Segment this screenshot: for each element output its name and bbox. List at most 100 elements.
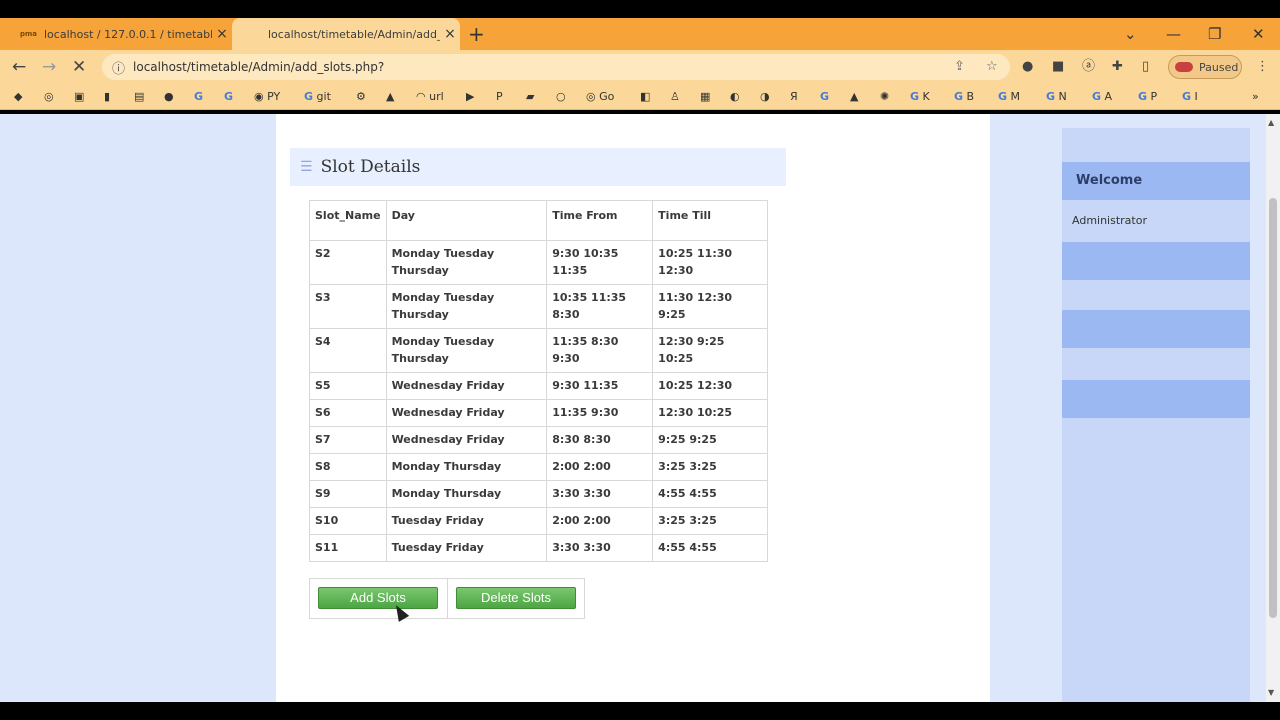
bookmark-label: K [922, 90, 930, 103]
info-icon[interactable]: ⓘ [112, 58, 125, 77]
bookmark-b[interactable]: G B [954, 84, 974, 110]
bookmark-google-icon[interactable]: G [194, 84, 203, 110]
table-cell: 3:25 3:25 [652, 507, 768, 535]
table-cell: S2 [309, 240, 387, 285]
scroll-down-icon[interactable]: ▼ [1268, 688, 1274, 697]
extension-panda-icon[interactable]: ● [1022, 50, 1033, 84]
restore-button[interactable]: ❐ [1208, 18, 1221, 50]
bookmark-ieee-icon[interactable]: ▤ [134, 84, 144, 110]
bookmark-p[interactable]: G P [1138, 84, 1157, 110]
bookmark-icon[interactable]: ▰ [526, 84, 534, 110]
bookmark-pma-icon[interactable]: ▲ [386, 84, 394, 110]
bookmark-label: git [316, 90, 331, 103]
bookmark-icon[interactable]: P [496, 84, 503, 110]
bookmark-icon[interactable]: ◎ [44, 84, 54, 110]
bookmark-icon[interactable]: Я [790, 84, 798, 110]
table-row: S5 Wednesday Friday 9:30 11:35 10:25 12:… [309, 372, 768, 400]
add-slots-button[interactable]: Add Slots [318, 587, 438, 609]
tab-phpmyadmin[interactable]: pma localhost / 127.0.0.1 / timetable × [8, 18, 232, 50]
profile-paused-button[interactable]: Paused [1168, 55, 1242, 79]
bookmark-k[interactable]: G K [910, 84, 930, 110]
bookmark-icon[interactable]: ▲ [850, 84, 858, 110]
sidebar: Welcome Administrator [1062, 128, 1250, 702]
minimize-button[interactable]: — [1166, 18, 1181, 50]
bookmark-a[interactable]: G A [1092, 84, 1112, 110]
bookmark-n[interactable]: G N [1046, 84, 1067, 110]
table-cell: S6 [309, 399, 387, 427]
table-cell: Monday Thursday [385, 453, 548, 481]
bookmark-icon[interactable]: ⚙ [356, 84, 366, 110]
scrollbar-thumb[interactable] [1269, 198, 1277, 618]
extension-screenshot-icon[interactable]: ■ [1052, 50, 1064, 84]
share-icon[interactable]: ⇪ [954, 54, 965, 80]
table-cell: Tuesday Friday [385, 507, 548, 535]
bookmark-label: B [966, 90, 975, 103]
close-icon[interactable]: × [440, 26, 460, 42]
bookmark-icon[interactable]: ▮ [104, 84, 110, 110]
bookmark-google-icon[interactable]: G [224, 84, 233, 110]
bookmark-icon[interactable]: ▣ [74, 84, 84, 110]
tab-add-slots[interactable]: localhost/timetable/Admin/add_ × [232, 18, 460, 50]
side-panel-icon[interactable]: ▯ [1142, 50, 1149, 84]
profile-avatar-icon [1175, 62, 1193, 72]
bookmark-git[interactable]: G git [304, 84, 331, 110]
close-icon[interactable]: × [212, 26, 232, 42]
sidebar-menu-item[interactable] [1062, 242, 1250, 280]
table-cell: Monday Tuesday Thursday [385, 284, 548, 329]
bookmark-icon[interactable]: ▦ [700, 84, 710, 110]
table-cell: Wednesday Friday [385, 399, 548, 427]
menu-icon[interactable]: ⋮ [1256, 50, 1269, 84]
bookmark-icon[interactable]: ♙ [670, 84, 680, 110]
bookmark-icon[interactable]: ● [164, 84, 174, 110]
page-scrollbar[interactable]: ▲ ▼ [1266, 114, 1280, 702]
bookmark-label: M [1010, 90, 1021, 103]
bookmark-icon[interactable]: ○ [556, 84, 566, 110]
table-row: S11 Tuesday Friday 3:30 3:30 4:55 4:55 [309, 534, 768, 562]
tab-title: localhost / 127.0.0.1 / timetable [44, 27, 212, 41]
bookmark-icon[interactable]: ✺ [880, 84, 889, 110]
bookmark-youtube-icon[interactable]: ▶ [466, 84, 474, 110]
back-button[interactable]: ← [12, 50, 26, 84]
sidebar-menu-item[interactable] [1062, 380, 1250, 418]
bookmark-label: P [1150, 90, 1158, 103]
close-window-button[interactable]: ✕ [1252, 18, 1265, 50]
table-cell: 12:30 9:25 10:25 [652, 328, 768, 373]
extension-a-icon[interactable]: ⓐ [1082, 50, 1095, 84]
bookmark-go[interactable]: ◎ Go [586, 84, 614, 110]
url-text[interactable]: localhost/timetable/Admin/add_slots.php? [133, 60, 384, 74]
table-cell: S4 [309, 328, 387, 373]
bookmark-url[interactable]: ◠ url [416, 84, 444, 110]
sidebar-menu-item[interactable] [1062, 310, 1250, 348]
table-cell: 9:30 10:35 11:35 [546, 240, 654, 285]
scroll-up-icon[interactable]: ▲ [1268, 118, 1274, 127]
stop-button[interactable]: ✕ [72, 50, 86, 84]
new-tab-button[interactable]: + [468, 18, 485, 50]
table-cell: Monday Thursday [385, 480, 548, 508]
tab-search-icon[interactable]: ⌄ [1124, 18, 1137, 50]
table-cell: 3:25 3:25 [652, 453, 768, 481]
bookmark-icon[interactable]: ◆ [14, 84, 22, 110]
address-bar[interactable]: ⓘ localhost/timetable/Admin/add_slots.ph… [102, 54, 1010, 80]
forward-button[interactable]: → [42, 50, 56, 84]
bookmark-icon[interactable]: ◐ [730, 84, 740, 110]
table-cell: 11:30 12:30 9:25 [652, 284, 768, 329]
table-cell: Tuesday Friday [385, 534, 548, 562]
slots-table: Slot_Name Day Time From Time Till S2 Mon… [309, 200, 768, 562]
sidebar-user-label: Administrator [1072, 214, 1147, 227]
table-cell: 10:25 11:30 12:30 [652, 240, 768, 285]
bookmark-i[interactable]: G I [1182, 84, 1198, 110]
bookmark-m[interactable]: G M [998, 84, 1020, 110]
bookmark-py[interactable]: ◉ PY [254, 84, 280, 110]
bookmark-icon[interactable]: ◑ [760, 84, 770, 110]
delete-slots-button[interactable]: Delete Slots [456, 587, 576, 609]
more-bookmarks-icon[interactable]: » [1252, 84, 1259, 110]
star-icon[interactable]: ☆ [986, 54, 998, 80]
bookmark-icon[interactable]: ◧ [640, 84, 650, 110]
table-row: S3 Monday Tuesday Thursday 10:35 11:35 8… [309, 284, 768, 329]
table-cell: 8:30 8:30 [546, 426, 654, 454]
table-cell: Monday Tuesday Thursday [385, 240, 548, 285]
extensions-puzzle-icon[interactable]: ✚ [1112, 50, 1123, 84]
tab-title: localhost/timetable/Admin/add_ [268, 27, 440, 41]
bookmark-google-icon[interactable]: G [820, 84, 829, 110]
profile-paused-label: Paused [1199, 60, 1239, 74]
